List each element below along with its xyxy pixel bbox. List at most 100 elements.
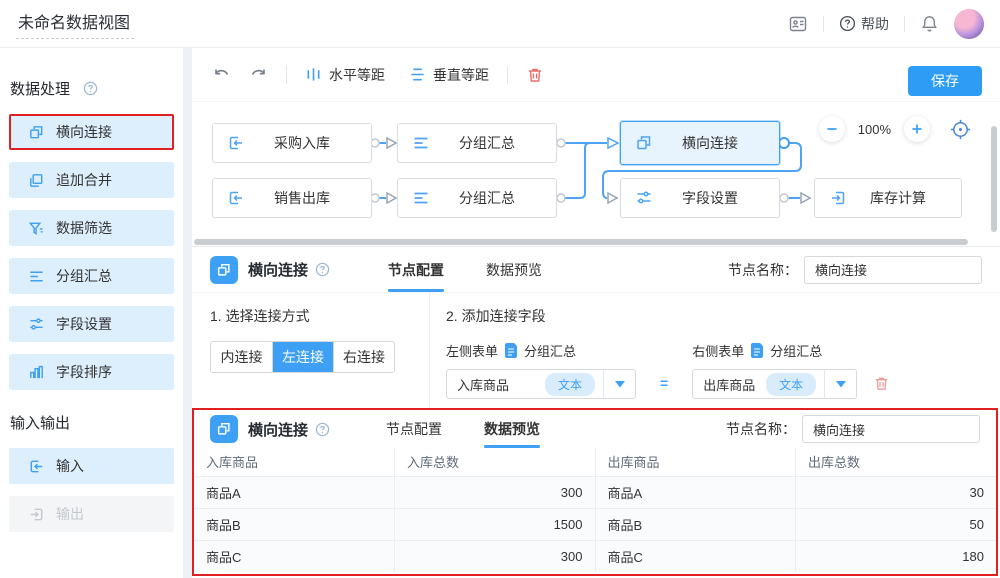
form-doc-icon bbox=[504, 343, 518, 358]
node-name-label: 节点名称： bbox=[728, 260, 798, 280]
sidebar-item-append-merge[interactable]: 追加合并 bbox=[9, 162, 174, 198]
column-header: 出库总数 bbox=[796, 448, 997, 476]
node-sales-outbound[interactable]: 销售出库 bbox=[212, 178, 372, 218]
tab-data-preview[interactable]: 数据预览 bbox=[486, 247, 542, 292]
tab-node-config[interactable]: 节点配置 bbox=[386, 410, 442, 448]
join-icon bbox=[210, 256, 238, 284]
right-form-value: 分组汇总 bbox=[770, 341, 822, 360]
table-row: 商品A 300 商品A 30 bbox=[194, 476, 996, 508]
toolbar-divider bbox=[286, 66, 287, 84]
sidebar-item-field-sort[interactable]: 字段排序 bbox=[9, 354, 174, 390]
undo-icon[interactable] bbox=[212, 65, 232, 85]
header-divider bbox=[823, 16, 824, 32]
table-row: 商品C 300 商品C 180 bbox=[194, 540, 996, 572]
left-form-value: 分组汇总 bbox=[524, 341, 576, 360]
column-header: 入库商品 bbox=[194, 448, 395, 476]
vertical-scrollbar[interactable] bbox=[991, 126, 997, 232]
node-group-summary-2[interactable]: 分组汇总 bbox=[397, 178, 557, 218]
inner-join-button[interactable]: 内连接 bbox=[211, 342, 272, 372]
panel-title: 横向连接 bbox=[248, 259, 308, 280]
tab-node-config[interactable]: 节点配置 bbox=[388, 247, 444, 292]
app-header: 未命名数据视图 帮助 bbox=[0, 0, 1000, 48]
delete-node-icon[interactable] bbox=[526, 66, 544, 84]
right-field-select[interactable]: 出库商品 文本 bbox=[692, 369, 857, 399]
equals-sign: = bbox=[660, 375, 668, 391]
vertical-distribute-button[interactable]: 垂直等距 bbox=[409, 65, 489, 85]
join-fields-title: 2. 添加连接字段 bbox=[446, 306, 1000, 326]
node-name-input[interactable] bbox=[802, 415, 980, 443]
left-join-button[interactable]: 左连接 bbox=[272, 342, 333, 372]
join-mode-segment: 内连接 左连接 右连接 bbox=[210, 341, 395, 373]
help-label: 帮助 bbox=[861, 14, 889, 34]
input-icon bbox=[28, 458, 45, 475]
chevron-down-icon[interactable] bbox=[824, 370, 856, 398]
sidebar-item-field-settings[interactable]: 字段设置 bbox=[9, 306, 174, 342]
page-title[interactable]: 未命名数据视图 bbox=[16, 9, 134, 39]
group-summary-icon bbox=[412, 189, 430, 207]
sidebar-section-input-output: 输入输出 bbox=[10, 412, 183, 433]
node-purchase-inbound[interactable]: 采购入库 bbox=[212, 123, 372, 163]
save-button[interactable]: 保存 bbox=[908, 66, 982, 96]
output-icon bbox=[28, 506, 45, 523]
canvas-toolbar: 水平等距 垂直等距 bbox=[192, 48, 1000, 102]
redo-icon[interactable] bbox=[248, 65, 268, 85]
node-config-panel: 横向连接 节点配置 数据预览 节点名称： bbox=[192, 246, 1000, 408]
column-header: 出库商品 bbox=[595, 448, 796, 476]
sidebar-item-group-summary[interactable]: 分组汇总 bbox=[9, 258, 174, 294]
sidebar-item-output: 输出 bbox=[9, 496, 174, 532]
chevron-down-icon[interactable] bbox=[603, 370, 635, 398]
field-type-badge: 文本 bbox=[545, 373, 595, 396]
question-icon[interactable] bbox=[315, 422, 330, 437]
node-field-settings[interactable]: 字段设置 bbox=[620, 178, 780, 218]
join-mode-title: 1. 选择连接方式 bbox=[210, 306, 429, 326]
help-button[interactable]: 帮助 bbox=[839, 14, 889, 34]
horizontal-scrollbar[interactable] bbox=[194, 239, 968, 245]
sidebar: 数据处理 横向连接 追加合并 bbox=[0, 48, 183, 578]
sidebar-section-data-processing: 数据处理 bbox=[10, 78, 183, 99]
horizontal-distribute-button[interactable]: 水平等距 bbox=[305, 65, 385, 85]
flow-canvas[interactable]: 水平等距 垂直等距 保存 bbox=[192, 48, 1000, 246]
config-panel-header: 横向连接 节点配置 数据预览 节点名称： bbox=[192, 247, 1000, 293]
vertical-distribute-icon bbox=[409, 66, 426, 83]
field-settings-icon bbox=[635, 189, 653, 207]
group-summary-icon bbox=[28, 268, 45, 285]
node-stock-calc[interactable]: 库存计算 bbox=[814, 178, 962, 218]
sidebar-item-filter[interactable]: 数据筛选 bbox=[9, 210, 174, 246]
user-avatar[interactable] bbox=[954, 9, 984, 39]
node-name-input[interactable] bbox=[804, 256, 982, 284]
field-sort-icon bbox=[28, 364, 45, 381]
left-field-select[interactable]: 入库商品 文本 bbox=[446, 369, 636, 399]
question-icon[interactable] bbox=[83, 81, 98, 96]
zoom-out-button[interactable] bbox=[819, 116, 845, 142]
horizontal-distribute-icon bbox=[305, 66, 322, 83]
toolbar-divider bbox=[507, 66, 508, 84]
input-icon bbox=[227, 189, 245, 207]
contact-card-icon[interactable] bbox=[788, 14, 808, 34]
preview-table: 入库商品 入库总数 出库商品 出库总数 商品A 300 商品A 30 商品B bbox=[194, 448, 996, 572]
zoom-in-button[interactable] bbox=[904, 116, 930, 142]
table-row: 商品B 1500 商品B 50 bbox=[194, 508, 996, 540]
main-area: 水平等距 垂直等距 保存 bbox=[192, 48, 1000, 578]
group-summary-icon bbox=[412, 134, 430, 152]
question-icon[interactable] bbox=[315, 262, 330, 277]
right-form-label: 右侧表单 bbox=[692, 341, 744, 360]
tab-data-preview[interactable]: 数据预览 bbox=[484, 410, 540, 448]
join-icon bbox=[210, 415, 238, 443]
preview-panel-header: 横向连接 节点配置 数据预览 节点名称： bbox=[194, 410, 996, 448]
header-divider bbox=[904, 16, 905, 32]
output-icon bbox=[829, 189, 847, 207]
sidebar-item-join[interactable]: 横向连接 bbox=[9, 114, 174, 150]
node-name-label: 节点名称： bbox=[726, 419, 796, 439]
join-icon bbox=[635, 134, 653, 152]
input-icon bbox=[227, 134, 245, 152]
remove-field-pair-icon[interactable] bbox=[873, 375, 890, 392]
right-join-button[interactable]: 右连接 bbox=[333, 342, 394, 372]
node-group-summary-1[interactable]: 分组汇总 bbox=[397, 123, 557, 163]
node-join[interactable]: 横向连接 bbox=[620, 121, 780, 165]
notification-bell-icon[interactable] bbox=[920, 14, 939, 33]
sidebar-item-input[interactable]: 输入 bbox=[9, 448, 174, 484]
fit-view-target-icon[interactable] bbox=[949, 118, 972, 141]
append-merge-icon bbox=[28, 172, 45, 189]
column-header: 入库总数 bbox=[395, 448, 596, 476]
form-doc-icon bbox=[750, 343, 764, 358]
